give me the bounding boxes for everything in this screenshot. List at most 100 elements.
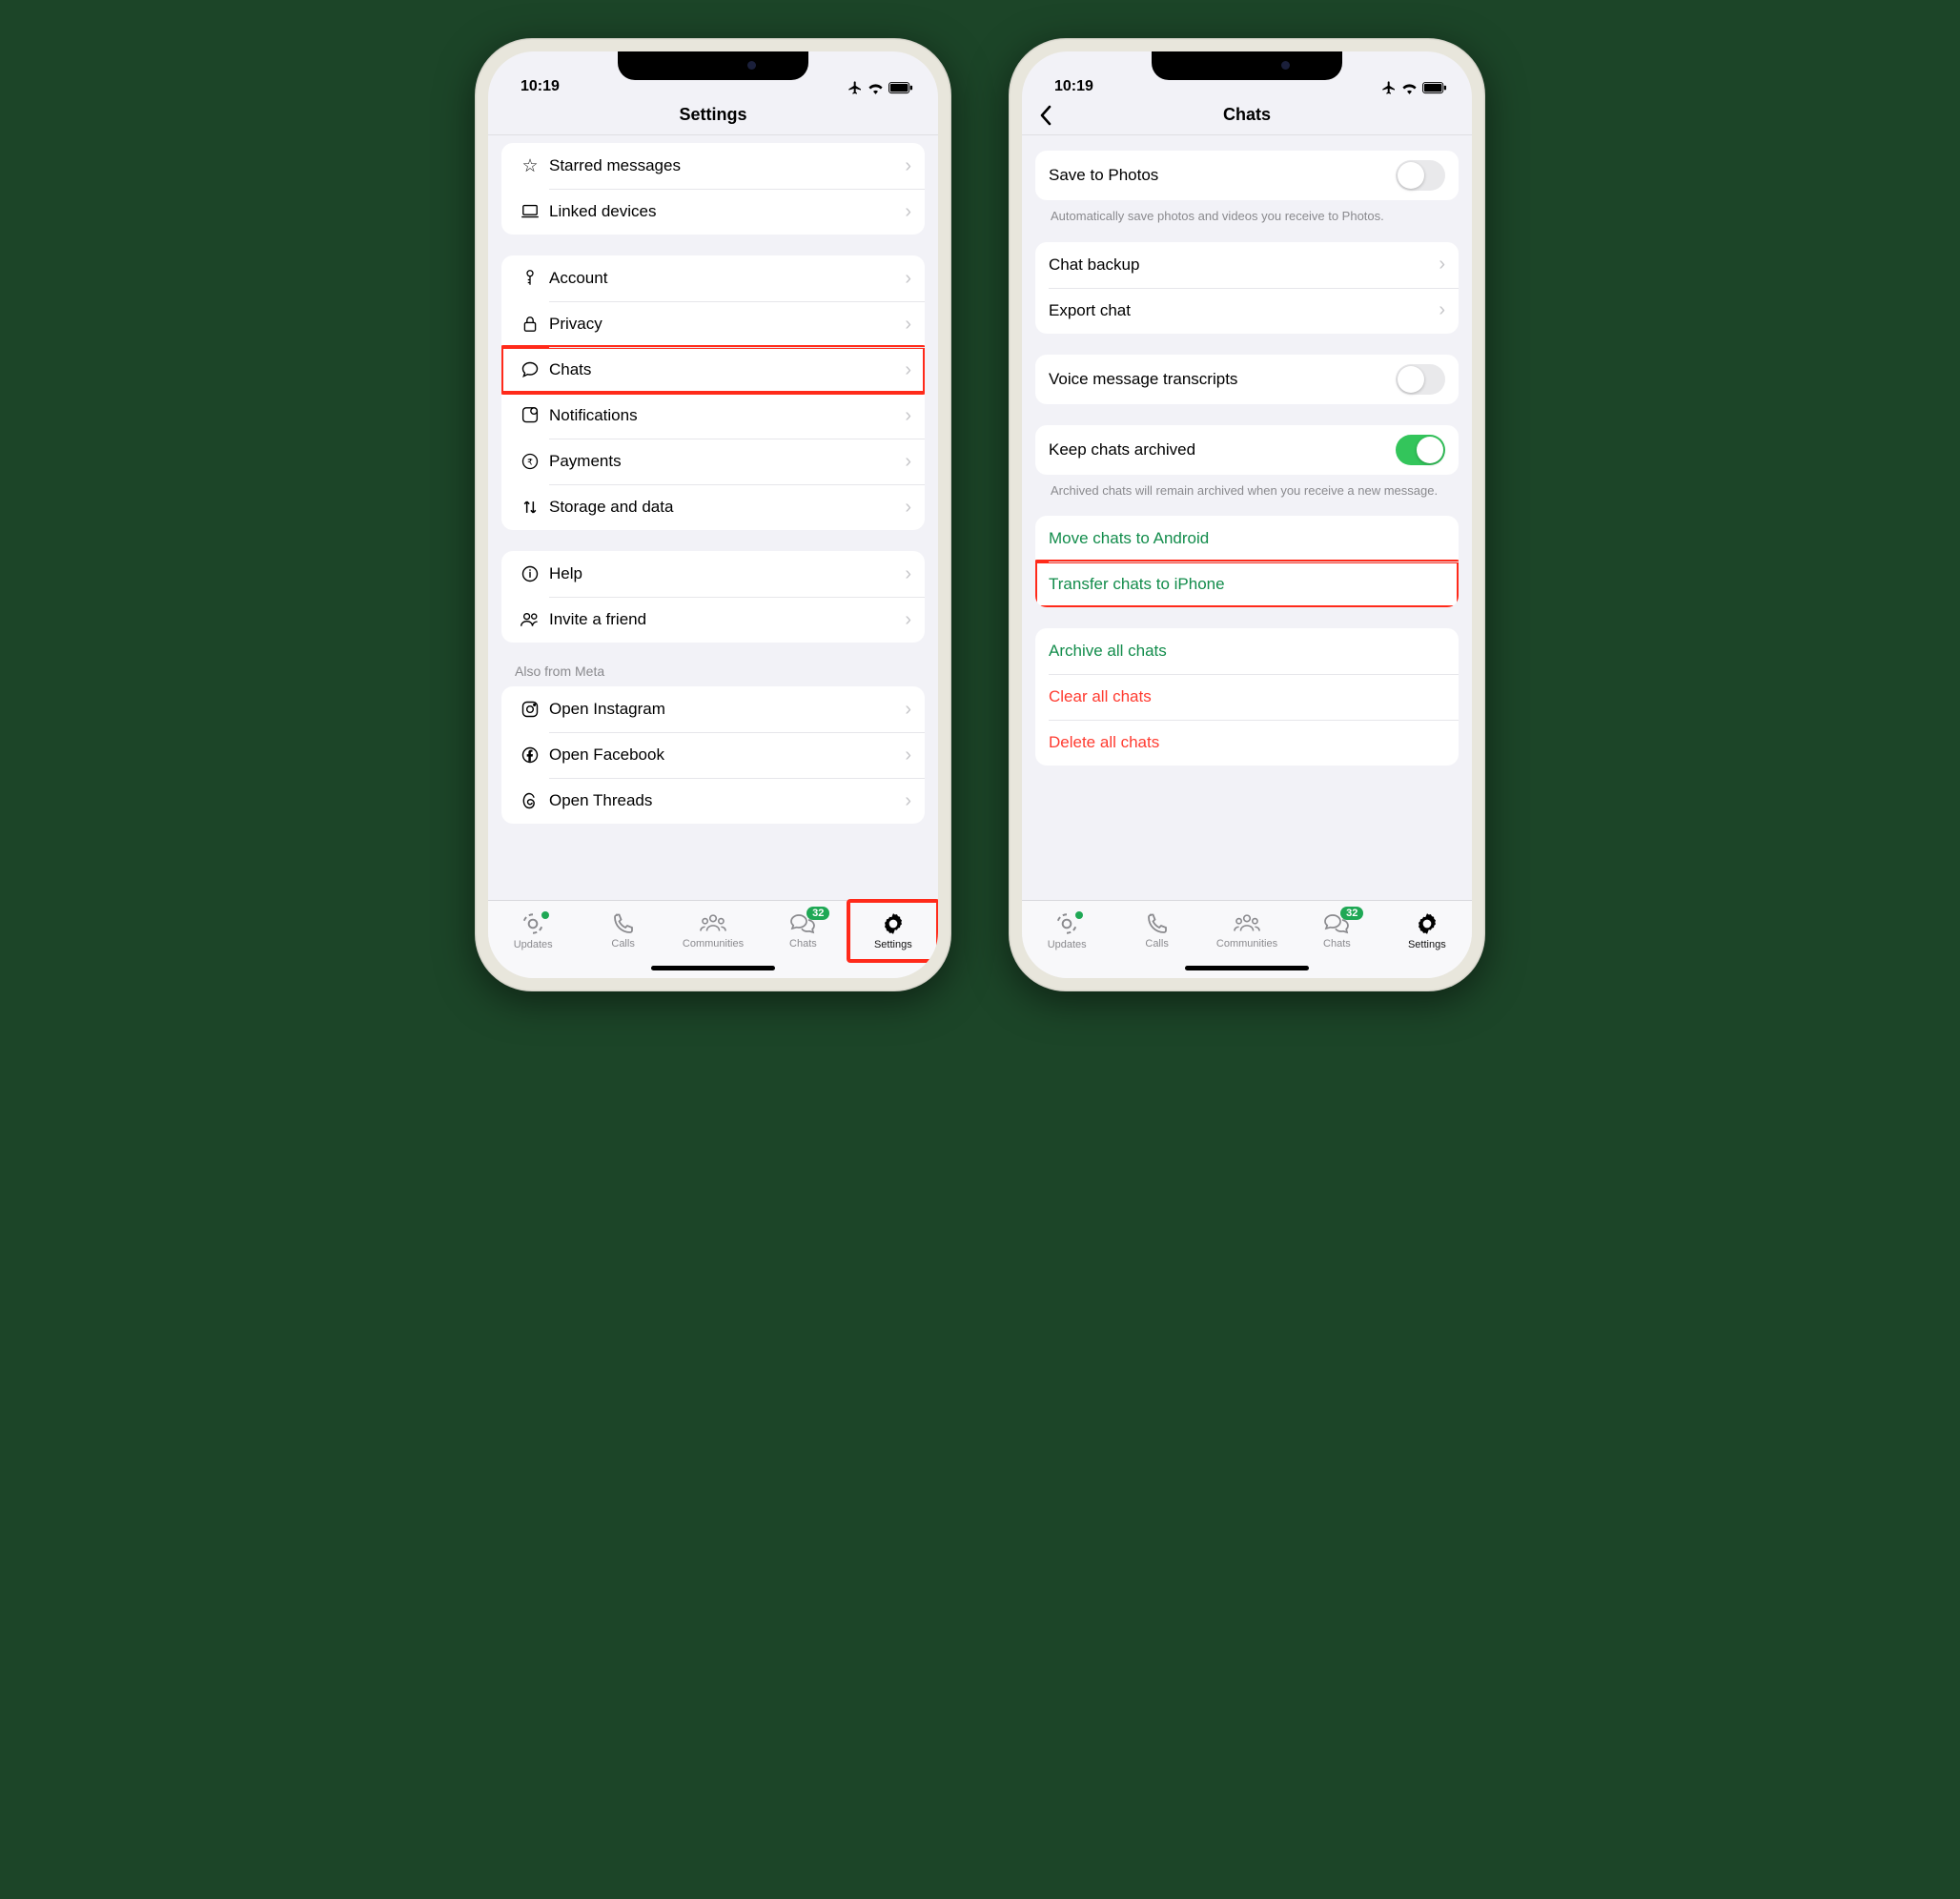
row-linked-devices[interactable]: Linked devices › [501, 189, 925, 235]
chevron-right-icon: › [905, 314, 911, 336]
updates-icon [1054, 911, 1079, 936]
notch [1152, 51, 1342, 80]
row-label: Delete all chats [1049, 733, 1445, 752]
row-notifications[interactable]: Notifications › [501, 393, 925, 439]
tab-chats[interactable]: 32 Chats [1292, 901, 1381, 961]
home-indicator[interactable] [1185, 966, 1309, 970]
row-invite-friend[interactable]: Invite a friend › [501, 597, 925, 643]
wifi-icon [868, 82, 884, 94]
group-transfer: Move chats to Android Transfer chats to … [1035, 516, 1459, 607]
row-label: Open Facebook [545, 745, 905, 765]
updates-icon [521, 911, 545, 936]
updown-icon [515, 498, 545, 517]
toggle-save-photos[interactable] [1396, 160, 1445, 191]
tab-label: Chats [1323, 938, 1351, 950]
chevron-right-icon: › [905, 745, 911, 766]
airplane-icon [847, 80, 863, 95]
row-label: Open Threads [545, 791, 905, 810]
info-icon [515, 564, 545, 583]
row-chats[interactable]: Chats › [501, 347, 925, 393]
row-transfer-iphone[interactable]: Transfer chats to iPhone [1035, 562, 1459, 607]
row-label: Notifications [545, 406, 905, 425]
row-archive-all[interactable]: Archive all chats [1035, 628, 1459, 674]
row-clear-all[interactable]: Clear all chats [1035, 674, 1459, 720]
row-delete-all[interactable]: Delete all chats [1035, 720, 1459, 766]
star-icon: ☆ [515, 155, 545, 177]
tab-settings[interactable]: Settings [848, 901, 938, 961]
row-keep-archived[interactable]: Keep chats archived [1035, 425, 1459, 475]
tab-label: Chats [789, 938, 817, 950]
row-privacy[interactable]: Privacy › [501, 301, 925, 347]
notch [618, 51, 808, 80]
row-label: Payments [545, 452, 905, 471]
row-voice-transcripts[interactable]: Voice message transcripts [1035, 355, 1459, 404]
chevron-right-icon: › [905, 699, 911, 721]
tab-updates[interactable]: Updates [488, 901, 578, 961]
tab-calls[interactable]: Calls [578, 901, 667, 961]
back-button[interactable] [1039, 105, 1052, 126]
row-label: Export chat [1049, 301, 1439, 320]
row-account[interactable]: Account › [501, 255, 925, 301]
settings-content[interactable]: ☆ Starred messages › Linked devices › [488, 135, 938, 900]
laptop-icon [515, 204, 545, 219]
status-icons [1381, 80, 1447, 95]
chevron-right-icon: › [905, 451, 911, 473]
row-chat-backup[interactable]: Chat backup › [1035, 242, 1459, 288]
toggle-voice-transcripts[interactable] [1396, 364, 1445, 395]
status-icons [847, 80, 913, 95]
row-storage-data[interactable]: Storage and data › [501, 484, 925, 530]
airplane-icon [1381, 80, 1397, 95]
row-save-to-photos[interactable]: Save to Photos [1035, 151, 1459, 200]
chats-settings-content[interactable]: Save to Photos Automatically save photos… [1022, 135, 1472, 900]
meta-section-header: Also from Meta [501, 664, 925, 686]
tab-communities[interactable]: Communities [1202, 901, 1292, 961]
page-title: Chats [1035, 105, 1459, 125]
tab-label: Calls [1145, 938, 1168, 950]
tab-chats[interactable]: 32 Chats [758, 901, 847, 961]
row-open-instagram[interactable]: Open Instagram › [501, 686, 925, 732]
row-move-android[interactable]: Move chats to Android [1035, 516, 1459, 562]
chevron-right-icon: › [1439, 254, 1445, 276]
page-title: Settings [501, 105, 925, 125]
tab-communities[interactable]: Communities [668, 901, 758, 961]
communities-icon [700, 912, 726, 935]
row-label: Keep chats archived [1049, 440, 1396, 459]
screen: 10:19 Chats Save to Photos Automatically… [1022, 51, 1472, 978]
row-starred-messages[interactable]: ☆ Starred messages › [501, 143, 925, 189]
row-label: Starred messages [545, 156, 905, 175]
chevron-right-icon: › [905, 497, 911, 519]
battery-icon [1422, 82, 1447, 94]
tab-settings[interactable]: Settings [1382, 901, 1472, 961]
tab-calls[interactable]: Calls [1112, 901, 1201, 961]
chevron-right-icon: › [1439, 299, 1445, 321]
tab-label: Settings [874, 939, 912, 950]
row-open-threads[interactable]: Open Threads › [501, 778, 925, 824]
settings-group-2: Account › Privacy › Chats › [501, 255, 925, 530]
row-label: Privacy [545, 315, 905, 334]
row-label: Help [545, 564, 905, 583]
phone-left: 10:19 Settings ☆ Starred messages › [475, 38, 951, 991]
archive-footer: Archived chats will remain archived when… [1035, 482, 1459, 517]
row-export-chat[interactable]: Export chat › [1035, 288, 1459, 334]
group-save-photos: Save to Photos [1035, 151, 1459, 200]
chevron-right-icon: › [905, 405, 911, 427]
tab-updates[interactable]: Updates [1022, 901, 1112, 961]
chats-badge: 32 [806, 907, 829, 920]
page-header: Chats [1022, 97, 1472, 135]
toggle-keep-archived[interactable] [1396, 435, 1445, 465]
instagram-icon [515, 700, 545, 719]
screen: 10:19 Settings ☆ Starred messages › [488, 51, 938, 978]
unread-dot [1075, 911, 1083, 919]
wifi-icon [1401, 82, 1418, 94]
bell-icon [515, 406, 545, 425]
row-help[interactable]: Help › [501, 551, 925, 597]
home-indicator[interactable] [651, 966, 775, 970]
chats-icon: 32 [1323, 912, 1350, 935]
calls-icon [612, 912, 635, 935]
row-label: Transfer chats to iPhone [1049, 575, 1445, 594]
chats-icon: 32 [789, 912, 816, 935]
row-open-facebook[interactable]: Open Facebook › [501, 732, 925, 778]
group-archive: Keep chats archived [1035, 425, 1459, 475]
chevron-right-icon: › [905, 201, 911, 223]
row-payments[interactable]: ₹ Payments › [501, 439, 925, 484]
